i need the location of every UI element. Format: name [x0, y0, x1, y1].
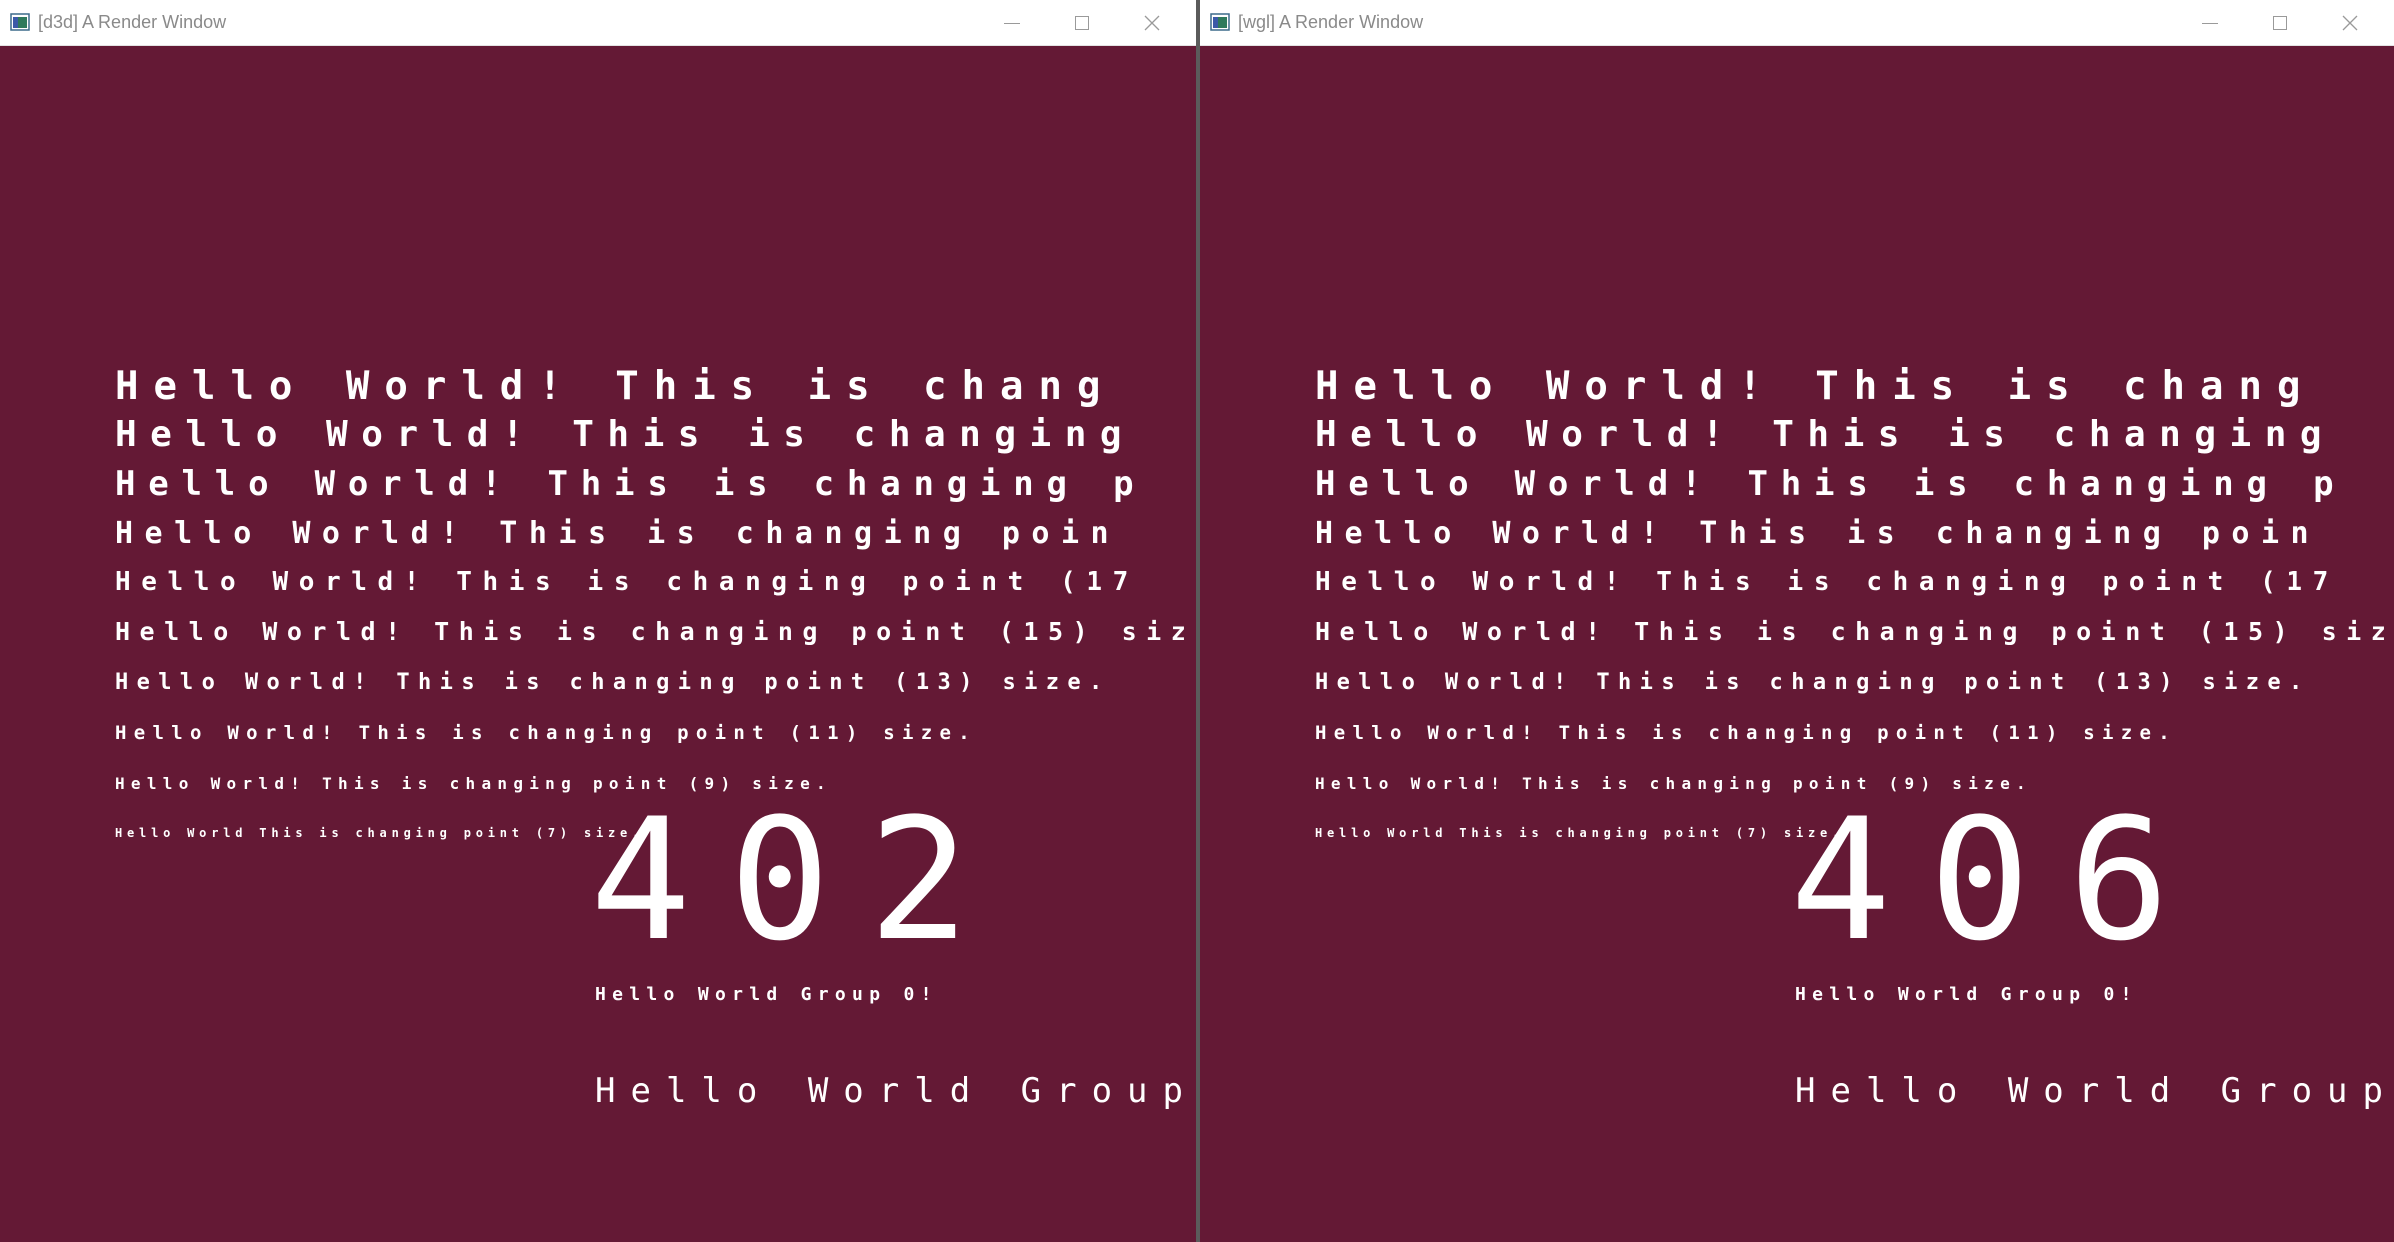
minimize-button[interactable]	[2176, 0, 2244, 45]
text-line: Hello World! This is changing point (11)…	[115, 722, 977, 744]
frame-counter: 402	[590, 782, 1008, 978]
group-1-label: Hello World Group 1	[595, 1071, 1196, 1111]
minimize-icon	[2202, 23, 2218, 24]
title-bar[interactable]: [wgl] A Render Window	[1200, 0, 2394, 46]
text-line: Hello World! This is changing poin	[1315, 516, 2321, 551]
text-line: Hello World! This is changing point (13)…	[115, 670, 1111, 695]
text-line: Hello World! This is changing	[115, 414, 1136, 455]
window-title: [wgl] A Render Window	[1238, 12, 1424, 32]
text-line: Hello World! This is changing	[1315, 414, 2336, 455]
close-button[interactable]	[2316, 0, 2384, 45]
maximize-icon	[1075, 15, 1089, 30]
group-1-label: Hello World Group 1	[1795, 1071, 2394, 1111]
text-line: Hello World! This is changing point (17	[115, 567, 1139, 597]
text-line: Hello World This is changing point (7) s…	[115, 826, 645, 840]
render-canvas[interactable]: Hello World! This is chang Hello World! …	[1200, 46, 2394, 1242]
text-line: Hello World! This is changing p	[115, 464, 1147, 504]
minimize-button[interactable]	[978, 0, 1046, 45]
text-line: Hello World! This is chang	[1315, 364, 2316, 409]
render-window-wgl: [wgl] A Render Window Hello World! This …	[1200, 0, 2394, 1242]
maximize-icon	[2273, 15, 2287, 30]
render-canvas[interactable]: Hello World! This is chang Hello World! …	[0, 46, 1196, 1242]
maximize-button[interactable]	[1048, 0, 1116, 45]
minimize-icon	[1004, 23, 1020, 24]
render-window-d3d: [d3d] A Render Window Hello World! This …	[0, 0, 1196, 1242]
group-0-label: Hello World Group 0!	[1795, 984, 2138, 1005]
text-line: Hello World This is changing point (7) s…	[1315, 826, 1845, 840]
title-bar[interactable]: [d3d] A Render Window	[0, 0, 1196, 46]
text-line: Hello World! This is changing poin	[115, 516, 1121, 551]
window-title: [d3d] A Render Window	[38, 12, 227, 32]
frame-counter: 406	[1790, 782, 2208, 978]
text-line: Hello World! This is changing point (11)…	[1315, 722, 2177, 744]
group-0-label: Hello World Group 0!	[595, 984, 938, 1005]
close-button[interactable]	[1118, 0, 1186, 45]
text-line: Hello World! This is changing point (15)…	[1315, 617, 2394, 646]
close-icon	[1144, 15, 1160, 30]
render-app-icon	[1210, 13, 1230, 31]
text-line: Hello World! This is changing point (13)…	[1315, 670, 2311, 695]
text-line: Hello World! This is changing point (17	[1315, 567, 2339, 597]
text-line: Hello World! This is changing p	[1315, 464, 2347, 504]
render-app-icon	[10, 13, 30, 31]
maximize-button[interactable]	[2246, 0, 2314, 45]
close-icon	[2342, 15, 2358, 30]
text-line: Hello World! This is chang	[115, 364, 1116, 409]
text-line: Hello World! This is changing point (15)…	[115, 617, 1196, 646]
